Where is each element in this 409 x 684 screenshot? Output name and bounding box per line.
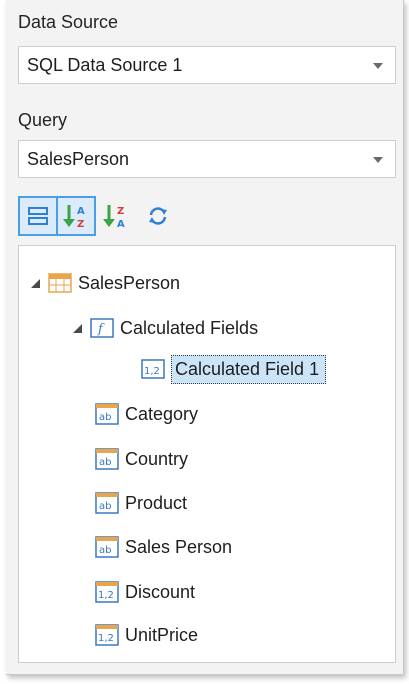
tree-node-field[interactable]: ab Product <box>95 486 187 520</box>
string-field-icon: ab <box>95 492 119 514</box>
field-list-panel: Data Source SQL Data Source 1 Query Sale… <box>6 0 404 675</box>
tree-node-label: Product <box>125 492 188 513</box>
svg-text:1,2: 1,2 <box>144 366 160 377</box>
tree-node-root[interactable]: SalesPerson <box>31 266 180 300</box>
sort-ascending-button[interactable]: A Z <box>56 196 96 236</box>
table-icon <box>48 273 72 293</box>
function-icon: f <box>90 318 114 338</box>
svg-text:1,2: 1,2 <box>98 633 114 644</box>
numeric-field-icon: 1,2 <box>95 624 119 646</box>
tree-node-label: Category <box>125 403 199 424</box>
tree-node-field[interactable]: ab Country <box>95 442 188 476</box>
svg-text:ab: ab <box>99 545 111 556</box>
sort-descending-button[interactable]: Z A <box>96 196 136 236</box>
tree-node-label: Calculated Field 1 <box>171 354 327 384</box>
chevron-down-icon <box>373 157 383 163</box>
refresh-icon <box>149 207 167 225</box>
query-value: SalesPerson <box>27 149 130 169</box>
sort-descending-icon: Z A <box>103 205 125 230</box>
chevron-down-icon <box>373 63 383 69</box>
expand-collapse-icon[interactable] <box>31 278 40 288</box>
tree-node-field[interactable]: ab Category <box>95 397 198 431</box>
tree-node-label: Sales Person <box>125 536 233 557</box>
numeric-field-icon: 1,2 <box>141 359 165 379</box>
svg-text:A: A <box>77 206 85 217</box>
svg-text:ab: ab <box>99 412 111 423</box>
field-tree: SalesPerson f Calculated Fields 1,2 Calc… <box>18 245 396 663</box>
data-source-dropdown[interactable]: SQL Data Source 1 <box>18 46 396 84</box>
group-fields-button[interactable] <box>18 196 58 236</box>
tree-node-label: UnitPrice <box>125 624 199 645</box>
string-field-icon: ab <box>95 448 119 470</box>
query-dropdown[interactable]: SalesPerson <box>18 140 396 178</box>
svg-text:Z: Z <box>117 206 124 217</box>
svg-text:ab: ab <box>99 457 111 468</box>
tree-node-calculated-fields[interactable]: f Calculated Fields <box>73 311 258 345</box>
tree-node-label: Calculated Fields <box>120 317 259 338</box>
svg-text:A: A <box>117 219 125 230</box>
tree-node-label: Discount <box>125 581 196 602</box>
data-source-value: SQL Data Source 1 <box>27 55 183 75</box>
string-field-icon: ab <box>95 403 119 425</box>
tree-node-calculated-field[interactable]: 1,2 Calculated Field 1 <box>141 352 327 386</box>
tree-node-field[interactable]: 1,2 UnitPrice <box>95 618 198 652</box>
svg-text:1,2: 1,2 <box>98 590 114 601</box>
numeric-field-icon: 1,2 <box>95 581 119 603</box>
field-list-toolbar: A Z Z A <box>18 196 318 236</box>
sort-ascending-icon: A Z <box>63 205 85 230</box>
refresh-button[interactable] <box>138 196 178 236</box>
data-source-label: Data Source <box>18 12 119 32</box>
tree-node-field[interactable]: 1,2 Discount <box>95 575 195 609</box>
svg-text:Z: Z <box>77 219 84 230</box>
svg-text:ab: ab <box>99 501 111 512</box>
expand-collapse-icon[interactable] <box>73 323 82 333</box>
string-field-icon: ab <box>95 536 119 558</box>
tree-node-field[interactable]: ab Sales Person <box>95 530 232 564</box>
query-label: Query <box>18 110 68 130</box>
tree-node-label: SalesPerson <box>78 272 181 293</box>
group-fields-icon <box>28 207 48 225</box>
tree-node-label: Country <box>125 448 189 469</box>
